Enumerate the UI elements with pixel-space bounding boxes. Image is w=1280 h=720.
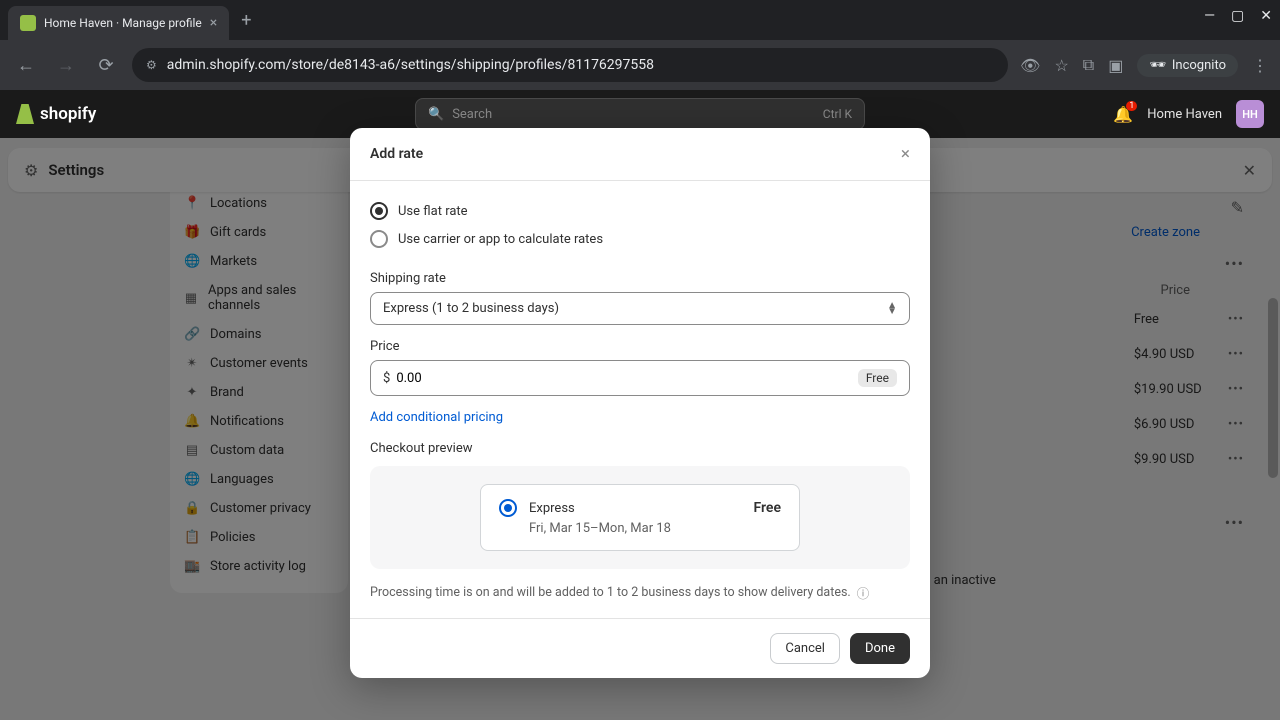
- site-info-icon[interactable]: ⚙: [146, 58, 157, 72]
- free-badge: Free: [858, 369, 897, 387]
- carrier-rate-option[interactable]: Use carrier or app to calculate rates: [370, 225, 910, 253]
- checkout-preview-label: Checkout preview: [370, 441, 910, 456]
- minimize-button[interactable]: —: [1204, 8, 1215, 24]
- checkout-preview: Express Free Fri, Mar 15–Mon, Mar 18: [370, 466, 910, 569]
- notif-badge: 1: [1126, 101, 1137, 111]
- add-rate-modal: Add rate × Use flat rate Use carrier or …: [350, 128, 930, 678]
- cancel-button[interactable]: Cancel: [770, 633, 840, 664]
- tab-close-icon[interactable]: ×: [210, 15, 217, 31]
- shipping-rate-label: Shipping rate: [370, 271, 910, 286]
- incognito-badge[interactable]: 🕶 Incognito: [1137, 54, 1238, 77]
- panel-icon[interactable]: ▣: [1108, 56, 1123, 75]
- processing-time-note: Processing time is on and will be added …: [370, 583, 910, 602]
- shipping-rate-select[interactable]: Express (1 to 2 business days) ▲▼: [370, 292, 910, 325]
- info-icon[interactable]: ⓘ: [857, 583, 870, 602]
- browser-tab[interactable]: Home Haven · Manage profile ×: [8, 6, 229, 40]
- maximize-button[interactable]: ▢: [1231, 8, 1244, 24]
- tab-title: Home Haven · Manage profile: [44, 16, 202, 30]
- preview-card: Express Free Fri, Mar 15–Mon, Mar 18: [480, 484, 800, 551]
- favicon-icon: [20, 15, 36, 31]
- window-controls: — ▢ ✕: [1204, 8, 1272, 24]
- preview-rate-price: Free: [754, 500, 782, 516]
- price-label: Price: [370, 339, 910, 354]
- tab-bar: Home Haven · Manage profile × + — ▢ ✕: [0, 0, 1280, 40]
- menu-icon[interactable]: ⋮: [1252, 56, 1268, 75]
- new-tab-button[interactable]: +: [241, 10, 251, 31]
- incognito-icon: 🕶: [1149, 58, 1166, 73]
- eye-off-icon[interactable]: 👁: [1020, 56, 1040, 75]
- currency-symbol: $: [383, 371, 390, 386]
- nav-bar: ← → ⟳ ⚙ admin.shopify.com/store/de8143-a…: [0, 40, 1280, 90]
- back-button[interactable]: ←: [12, 55, 40, 76]
- bookmark-icon[interactable]: ☆: [1054, 56, 1068, 75]
- shopify-logo-icon: [16, 104, 34, 124]
- add-conditional-pricing-link[interactable]: Add conditional pricing: [370, 410, 503, 425]
- flat-rate-option[interactable]: Use flat rate: [370, 197, 910, 225]
- close-window-button[interactable]: ✕: [1260, 8, 1272, 24]
- search-bar[interactable]: 🔍 Search Ctrl K: [415, 98, 865, 130]
- done-button[interactable]: Done: [850, 633, 910, 664]
- modal-footer: Cancel Done: [350, 618, 930, 678]
- url-text: admin.shopify.com/store/de8143-a6/settin…: [167, 57, 654, 73]
- store-name[interactable]: Home Haven: [1147, 107, 1222, 122]
- shopify-logo[interactable]: shopify: [16, 104, 96, 124]
- store-avatar[interactable]: HH: [1236, 100, 1264, 128]
- rate-type-radio-group: Use flat rate Use carrier or app to calc…: [370, 197, 910, 253]
- forward-button[interactable]: →: [52, 55, 80, 76]
- browser-chrome: Home Haven · Manage profile × + — ▢ ✕ ← …: [0, 0, 1280, 90]
- notifications-button[interactable]: 🔔1: [1113, 105, 1133, 124]
- url-bar[interactable]: ⚙ admin.shopify.com/store/de8143-a6/sett…: [132, 48, 1008, 82]
- select-arrows-icon: ▲▼: [887, 303, 897, 315]
- radio-icon: [370, 230, 388, 248]
- modal-header: Add rate ×: [350, 128, 930, 181]
- radio-icon: [370, 202, 388, 220]
- extensions-icon[interactable]: ⧉: [1083, 55, 1094, 75]
- price-input[interactable]: [396, 371, 852, 386]
- preview-rate-name: Express: [529, 501, 575, 516]
- radio-icon: [499, 499, 517, 517]
- reload-button[interactable]: ⟳: [92, 55, 120, 76]
- modal-title: Add rate: [370, 146, 423, 162]
- preview-delivery-date: Fri, Mar 15–Mon, Mar 18: [529, 521, 781, 536]
- modal-close-button[interactable]: ×: [901, 144, 910, 164]
- search-icon: 🔍: [428, 107, 444, 122]
- search-shortcut: Ctrl K: [823, 107, 852, 121]
- price-input-wrapper: $ Free: [370, 360, 910, 396]
